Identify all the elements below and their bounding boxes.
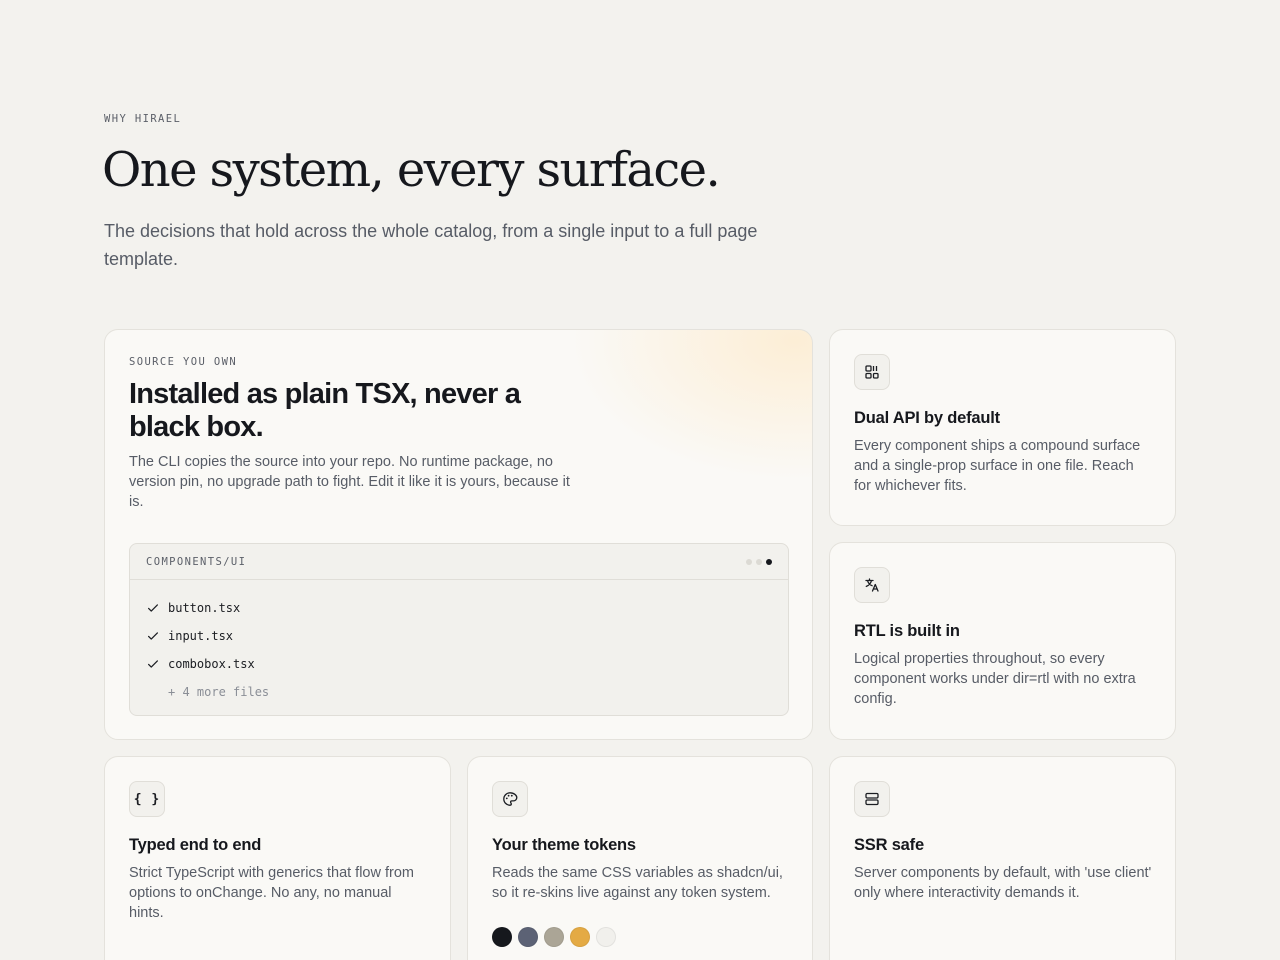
feature-description: Strict TypeScript with generics that flo… bbox=[129, 865, 415, 921]
file-row: button.tsx bbox=[146, 594, 772, 622]
panel-dot bbox=[756, 558, 762, 565]
feature-title: Dual API by default bbox=[854, 409, 1000, 427]
layout-grid-icon bbox=[854, 354, 890, 390]
languages-icon bbox=[854, 567, 890, 603]
file-name: button.tsx bbox=[168, 601, 241, 615]
source-you-own-card: SOURCE YOU OWN Installed as plain TSX, n… bbox=[104, 329, 813, 740]
section-eyebrow: WHY HIRAEL bbox=[104, 113, 182, 125]
color-swatch bbox=[570, 927, 590, 947]
feature-description: Every component ships a compound surface… bbox=[854, 438, 1141, 494]
file-list: button.tsx input.tsx combobox.tsx + 4 mo… bbox=[130, 580, 788, 706]
page-title: One system, every surface. bbox=[102, 142, 721, 198]
file-name: input.tsx bbox=[168, 629, 234, 643]
color-swatch bbox=[518, 927, 538, 947]
feature-description: Server components by default, with 'use … bbox=[854, 865, 1152, 901]
feature-title: RTL is built in bbox=[854, 622, 960, 640]
source-card-title: Installed as plain TSX, never a black bo… bbox=[129, 378, 521, 443]
file-panel-label: COMPONENTS/UI bbox=[146, 555, 247, 568]
feature-card-theme-tokens: Your theme tokens Reads the same CSS var… bbox=[467, 756, 813, 960]
feature-title: Your theme tokens bbox=[492, 836, 636, 854]
color-swatches bbox=[492, 927, 616, 947]
panel-dot bbox=[746, 558, 752, 565]
source-card-eyebrow: SOURCE YOU OWN bbox=[129, 356, 238, 368]
server-icon bbox=[854, 781, 890, 817]
feature-title: SSR safe bbox=[854, 836, 924, 854]
color-swatch bbox=[544, 927, 564, 947]
file-row: combobox.tsx bbox=[146, 650, 772, 678]
feature-card-typed: { } Typed end to end Strict TypeScript w… bbox=[104, 756, 451, 960]
check-icon bbox=[148, 660, 158, 668]
feature-card-dual-api: Dual API by default Every component ship… bbox=[829, 329, 1176, 526]
braces-glyph: { } bbox=[133, 791, 161, 807]
check-icon bbox=[148, 632, 158, 640]
file-name: combobox.tsx bbox=[168, 657, 255, 671]
feature-card-ssr: SSR safe Server components by default, w… bbox=[829, 756, 1176, 960]
more-files-label: + 4 more files bbox=[168, 685, 270, 699]
color-swatch bbox=[596, 927, 616, 947]
source-card-description: The CLI copies the source into your repo… bbox=[129, 454, 570, 510]
palette-icon bbox=[492, 781, 528, 817]
check-icon bbox=[148, 604, 158, 612]
braces-icon: { } bbox=[129, 781, 165, 817]
feature-description: Reads the same CSS variables as shadcn/u… bbox=[492, 865, 783, 901]
file-panel: COMPONENTS/UI button.tsx input.tsx combo… bbox=[129, 543, 789, 716]
file-row: input.tsx bbox=[146, 622, 772, 650]
feature-title: Typed end to end bbox=[129, 836, 262, 854]
color-swatch bbox=[492, 927, 512, 947]
panel-dot-active bbox=[766, 558, 772, 565]
panel-dots bbox=[746, 558, 772, 565]
feature-description: Logical properties throughout, so every … bbox=[854, 651, 1136, 707]
file-panel-header: COMPONENTS/UI bbox=[130, 544, 788, 580]
page-subtitle: The decisions that hold across the whole… bbox=[104, 221, 758, 269]
feature-card-rtl: RTL is built in Logical properties throu… bbox=[829, 542, 1176, 740]
